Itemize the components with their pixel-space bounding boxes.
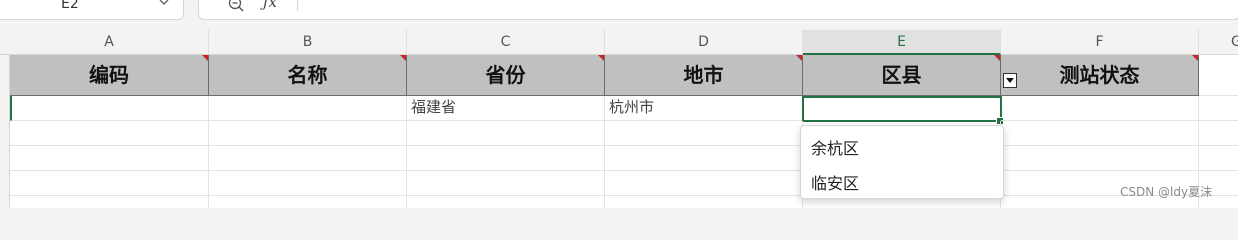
grid-cell[interactable] (605, 196, 803, 208)
column-header-d[interactable]: D (605, 30, 803, 55)
row-header-gutter (0, 55, 10, 208)
cell-a1-text: 编码 (89, 63, 129, 87)
grid-cell[interactable] (10, 171, 209, 196)
grid-cell[interactable] (209, 121, 407, 146)
grid-cell[interactable] (605, 146, 803, 171)
comment-indicator[interactable] (202, 55, 208, 61)
zoom-out-icon[interactable] (227, 0, 245, 13)
grid-cell[interactable] (1001, 146, 1199, 171)
comment-indicator[interactable] (400, 55, 406, 61)
grid-cell[interactable] (605, 171, 803, 196)
function-icon[interactable]: ƒx (263, 0, 277, 11)
column-header-c[interactable]: C (407, 30, 605, 55)
cell-c1-text: 省份 (485, 63, 526, 87)
comment-indicator[interactable] (1192, 55, 1198, 61)
cell-f2[interactable] (1001, 96, 1199, 121)
validation-dropdown-button[interactable] (1003, 73, 1017, 88)
column-header-g[interactable]: G (1199, 30, 1238, 55)
cell-b2[interactable] (209, 96, 407, 121)
grid-cell[interactable] (407, 171, 605, 196)
grid-cell[interactable] (605, 121, 803, 146)
formula-separator (297, 0, 298, 11)
triangle-down-icon (1006, 78, 1014, 83)
spreadsheet-grid: A B C D E F G 编码 名称 省份 地市 区县 测站状态 福建省 杭州… (0, 30, 1238, 208)
grid-cell[interactable] (407, 146, 605, 171)
validation-dropdown-list: 余杭区 临安区 (800, 125, 1004, 199)
cell-c1[interactable]: 省份 (407, 55, 605, 96)
chevron-down-icon[interactable] (157, 0, 171, 9)
cell-c2[interactable]: 福建省 (407, 96, 605, 121)
column-header-a[interactable]: A (10, 30, 209, 55)
cell-d2[interactable]: 杭州市 (605, 96, 803, 121)
comment-indicator[interactable] (598, 55, 604, 61)
cell-f1[interactable]: 测站状态 (1001, 55, 1199, 96)
grid-cell[interactable] (1199, 146, 1238, 171)
cell-g1[interactable] (1199, 55, 1238, 96)
comment-indicator[interactable] (994, 55, 1000, 61)
grid-cell[interactable] (209, 171, 407, 196)
cell-a2[interactable] (10, 96, 209, 121)
name-box-value: E2 (61, 0, 79, 12)
grid-cell[interactable] (407, 196, 605, 208)
grid-cell[interactable] (10, 196, 209, 208)
dropdown-option[interactable]: 临安区 (811, 170, 859, 194)
grid-cell[interactable] (407, 121, 605, 146)
grid-cell[interactable] (209, 146, 407, 171)
grid-cell[interactable] (10, 121, 209, 146)
formula-input[interactable] (305, 0, 1205, 11)
cell-d1-text: 地市 (683, 63, 724, 87)
cell-f1-text: 测站状态 (1059, 63, 1140, 87)
formula-bar: E2 ƒx (0, 0, 1238, 30)
comment-indicator[interactable] (796, 55, 802, 61)
grid-cell[interactable] (10, 146, 209, 171)
cell-e1[interactable]: 区县 (803, 55, 1001, 96)
cell-g2[interactable] (1199, 96, 1238, 121)
column-header-b[interactable]: B (209, 30, 407, 55)
grid-cell[interactable] (1199, 121, 1238, 146)
cell-b1[interactable]: 名称 (209, 55, 407, 96)
column-header-e[interactable]: E (803, 30, 1001, 55)
dropdown-option[interactable]: 余杭区 (811, 135, 859, 159)
active-cell-e2[interactable] (802, 96, 1002, 122)
watermark: CSDN @ldy夏沫 (1120, 185, 1213, 199)
name-box[interactable]: E2 (0, 0, 184, 20)
cell-a1[interactable]: 编码 (10, 55, 209, 96)
column-headers: A B C D E F G (0, 30, 1238, 55)
cell-b1-text: 名称 (287, 63, 328, 87)
column-header-f[interactable]: F (1001, 30, 1199, 55)
cell-d1[interactable]: 地市 (605, 55, 803, 96)
formula-area: ƒx (198, 0, 1238, 20)
grid-cell[interactable] (209, 196, 407, 208)
grid-cell[interactable] (1001, 121, 1199, 146)
cell-e1-text: 区县 (881, 63, 922, 87)
